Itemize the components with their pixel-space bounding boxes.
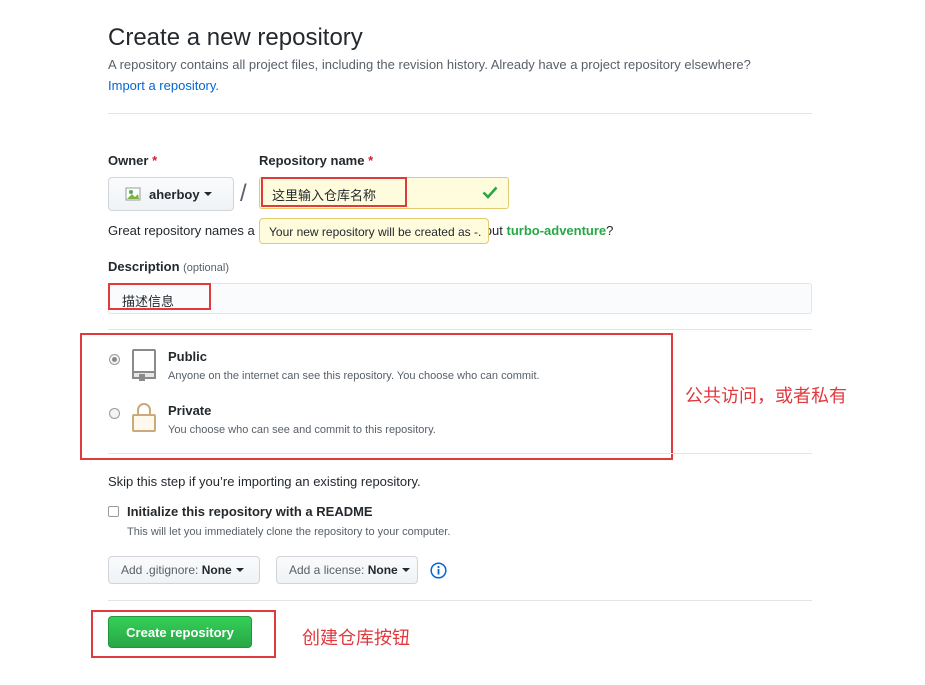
repo-name-label-text: Repository name — [259, 153, 365, 168]
required-mark: * — [152, 153, 158, 168]
license-dropdown[interactable]: Add a license: None — [276, 556, 418, 584]
repo-name-label: Repository name * — [259, 153, 373, 168]
tooltip-text: Your new repository will be created as -… — [269, 225, 482, 239]
avatar-icon — [125, 186, 143, 202]
description-label: Description (optional) — [108, 259, 229, 274]
gitignore-dropdown[interactable]: Add .gitignore: None — [108, 556, 260, 584]
page-description: A repository contains all project files,… — [108, 57, 751, 72]
suggested-name-link[interactable]: turbo-adventure — [506, 223, 606, 238]
readme-checkbox[interactable] — [108, 506, 119, 517]
license-value: None — [367, 563, 398, 577]
readme-description: This will let you immediately clone the … — [127, 526, 451, 538]
divider — [108, 453, 812, 454]
description-input[interactable]: 描述信息 — [108, 283, 812, 314]
chevron-down-icon — [401, 568, 410, 572]
divider — [108, 329, 812, 330]
suggestion-prefix: Great repository names a — [108, 223, 255, 238]
divider — [108, 113, 812, 114]
annotation-box-create — [91, 610, 276, 658]
owner-name: aherboy — [149, 186, 200, 202]
gitignore-value: None — [201, 563, 232, 577]
required-mark: * — [368, 153, 374, 168]
annotation-visibility: 公共访问，或者私有 — [685, 386, 847, 406]
annotation-create: 创建仓库按钮 — [302, 628, 410, 648]
annotation-box-description — [108, 283, 211, 310]
gitignore-prefix: Add .gitignore: — [121, 563, 199, 577]
suggestion-end: ? — [606, 223, 614, 238]
page-title: Create a new repository — [108, 24, 363, 51]
chevron-down-icon — [235, 568, 244, 572]
repo-name-tooltip: Your new repository will be created as -… — [259, 218, 489, 244]
import-repository-link[interactable]: Import a repository. — [108, 78, 219, 93]
annotation-box-visibility — [80, 333, 673, 460]
license-prefix: Add a license: — [289, 563, 365, 577]
description-label-text: Description — [108, 259, 180, 274]
check-icon — [482, 185, 498, 204]
owner-label-text: Owner — [108, 153, 149, 168]
info-icon[interactable] — [430, 562, 447, 584]
optional-hint: (optional) — [183, 262, 229, 274]
divider — [108, 600, 812, 601]
owner-label: Owner * — [108, 153, 157, 168]
owner-dropdown[interactable]: aherboy — [108, 177, 234, 211]
readme-label[interactable]: Initialize this repository with a README — [127, 504, 373, 519]
skip-text: Skip this step if you’re importing an ex… — [108, 474, 421, 489]
annotation-box-repo-name — [261, 177, 407, 207]
owner-repo-separator: / — [240, 180, 247, 207]
chevron-down-icon — [203, 192, 212, 196]
